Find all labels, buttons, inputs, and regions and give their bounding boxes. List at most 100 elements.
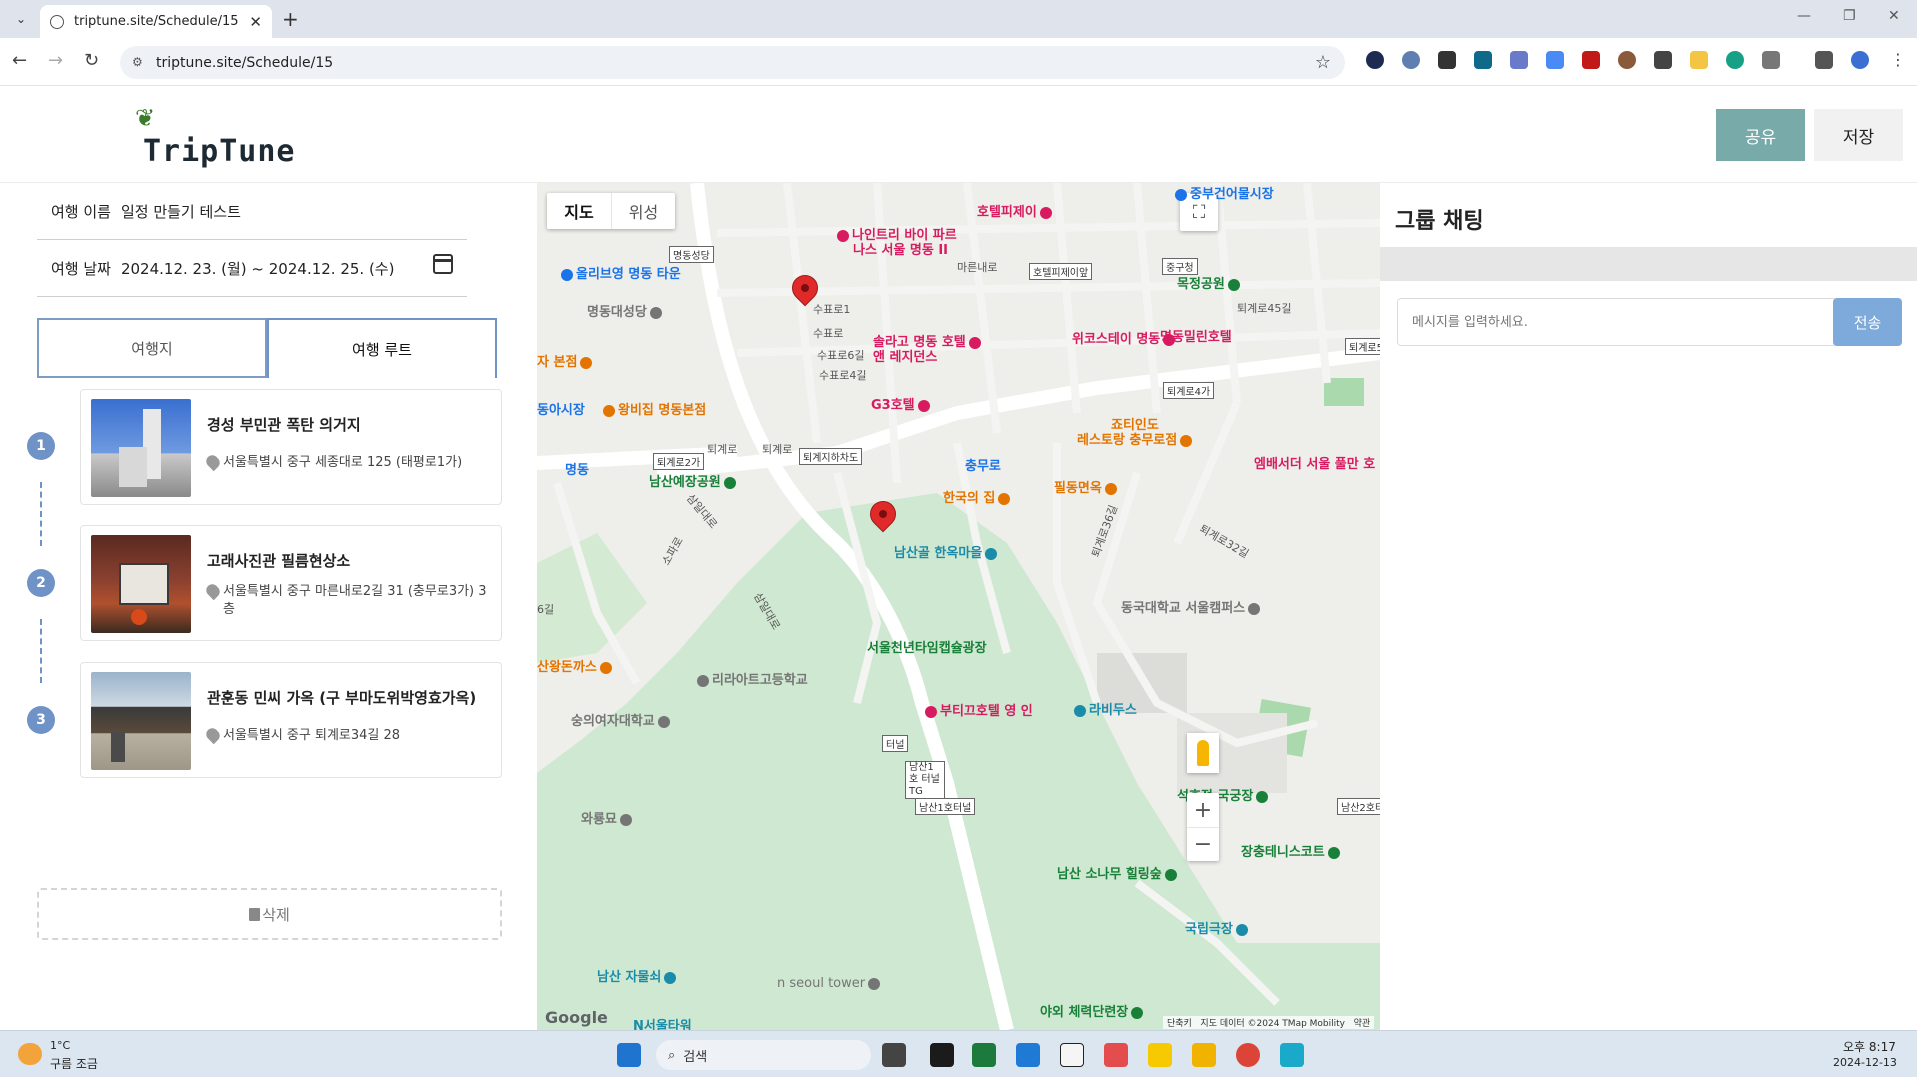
map-poi[interactable]: n seoul tower xyxy=(777,976,883,991)
map-poi[interactable]: 중부건어물시장 xyxy=(1175,183,1274,202)
route-card[interactable]: 관훈동 민씨 가옥 (구 부마도위박영효가옥) 서울특별시 중구 퇴계로34길 … xyxy=(80,662,502,778)
reload-icon[interactable]: ↻ xyxy=(84,50,99,71)
extension-icon[interactable] xyxy=(1366,51,1384,69)
map-poi[interactable]: 서울천년타임캡슐광장 xyxy=(867,637,987,656)
route-card[interactable]: 경성 부민관 폭탄 의거지 서울특별시 중구 세종대로 125 (태평로1가) xyxy=(80,389,502,505)
map-poi[interactable]: 라비두스 xyxy=(1074,699,1137,718)
site-settings-icon[interactable]: ⚙ xyxy=(132,55,143,69)
extension-icon[interactable] xyxy=(1438,51,1456,69)
share-button[interactable]: 공유 xyxy=(1716,109,1805,161)
zoom-out-button[interactable]: − xyxy=(1187,827,1219,861)
trip-name-field[interactable]: 여행 이름 일정 만들기 테스트 xyxy=(37,183,467,240)
map-poi[interactable]: 남산예장공원 xyxy=(649,471,739,490)
map-poi[interactable]: 목정공원 xyxy=(1177,273,1243,292)
download-icon[interactable] xyxy=(1815,51,1833,69)
map-poi[interactable]: 동아시장 xyxy=(537,399,585,418)
extension-icon[interactable] xyxy=(1654,51,1672,69)
map-poi[interactable]: 와룡묘 xyxy=(581,808,635,827)
minimize-icon[interactable]: — xyxy=(1797,8,1811,24)
map-poi[interactable]: 야외 체력단련장 xyxy=(1040,1001,1146,1020)
extension-icon[interactable] xyxy=(1582,51,1600,69)
map-poi[interactable]: 명동밀린호텔 xyxy=(1160,326,1232,345)
figma-icon[interactable] xyxy=(1104,1043,1128,1067)
pegman-icon[interactable] xyxy=(1187,733,1219,773)
pycharm-icon[interactable] xyxy=(972,1043,996,1067)
map-poi[interactable]: 동국대학교 서울캠퍼스 xyxy=(1121,597,1263,616)
map-poi[interactable]: 호텔피제이 xyxy=(977,201,1055,220)
map-poi[interactable]: 숭의여자대학교 xyxy=(571,710,673,729)
map-poi[interactable]: 남산 자물쇠 xyxy=(597,966,679,985)
map-poi[interactable]: N서울타워 xyxy=(633,1015,692,1030)
map-poi[interactable]: 명동 xyxy=(565,459,589,478)
file-explorer-icon[interactable] xyxy=(1192,1043,1216,1067)
logo[interactable]: ❦ TripTune xyxy=(133,104,313,169)
extension-icon[interactable] xyxy=(1510,51,1528,69)
close-tab-icon[interactable]: ✕ xyxy=(249,13,262,31)
map-poi[interactable]: 죠티인도 레스토랑 충무로점 xyxy=(1077,418,1195,448)
clock-date[interactable]: 2024-12-13 xyxy=(1833,1056,1897,1069)
map-poi[interactable]: 국립극장 xyxy=(1185,918,1251,937)
map-attribution[interactable]: 단축키 지도 데이터 ©2024 TMap Mobility 약관 xyxy=(1163,1016,1375,1029)
notion-icon[interactable] xyxy=(1060,1043,1084,1067)
extension-icon[interactable] xyxy=(1402,51,1420,69)
send-button[interactable]: 전송 xyxy=(1833,298,1902,346)
forward-icon[interactable]: → xyxy=(48,50,63,71)
map-poi[interactable]: 엠배서더 서울 풀만 호 xyxy=(1254,453,1375,472)
calendar-icon[interactable] xyxy=(433,254,453,274)
windows-start-icon[interactable] xyxy=(617,1043,641,1067)
map-poi[interactable]: 충무로 xyxy=(965,455,1001,474)
map-poi[interactable]: 올리브영 명동 타운 xyxy=(561,263,681,282)
map-poi[interactable]: 남산 소나무 힐링숲 xyxy=(1057,863,1180,882)
address-bar[interactable]: ⚙ triptune.site/Schedule/15 ☆ xyxy=(120,46,1345,79)
task-view-icon[interactable] xyxy=(882,1043,906,1067)
zoom-in-button[interactable]: + xyxy=(1187,793,1219,827)
webstorm-icon[interactable] xyxy=(930,1043,954,1067)
map-poi[interactable]: G3호텔 xyxy=(871,394,933,413)
map-poi[interactable]: 자 본점 xyxy=(537,351,595,370)
puzzle-icon[interactable] xyxy=(1762,51,1780,69)
map[interactable]: 지도 위성 ⛶ 중부건어물시장 호텔피제이 나인트리 바이 파르 나스 서울 명동… xyxy=(537,183,1380,1030)
app-icon[interactable] xyxy=(1280,1043,1304,1067)
route-card[interactable]: 고래사진관 필름현상소 서울특별시 중구 마른내로2길 31 (충무로3가) 3… xyxy=(80,525,502,641)
map-poi[interactable]: 나인트리 바이 파르 나스 서울 명동 II xyxy=(837,228,957,258)
map-poi[interactable]: 장충테니스코트 xyxy=(1241,841,1343,860)
map-type-satellite-button[interactable]: 위성 xyxy=(611,193,675,229)
clock-time[interactable]: 오후 8:17 xyxy=(1843,1038,1896,1055)
tab-route[interactable]: 여행 루트 xyxy=(267,318,497,378)
map-poi[interactable]: 한국의 집 xyxy=(943,487,1013,506)
kebab-menu-icon[interactable]: ⋮ xyxy=(1890,50,1906,69)
map-poi[interactable]: 솔라고 명동 호텔 앤 레지던스 xyxy=(873,335,984,365)
extension-icon[interactable] xyxy=(1726,51,1744,69)
chrome-icon[interactable] xyxy=(1236,1043,1260,1067)
taskbar-search[interactable]: ⌕ 검색 xyxy=(656,1040,871,1070)
chat-messages-area xyxy=(1380,247,1917,281)
back-icon[interactable]: ← xyxy=(12,50,27,71)
profile-avatar-icon[interactable] xyxy=(1851,51,1869,69)
map-poi[interactable]: 명동대성당 xyxy=(587,301,665,320)
tab-search-chevron-icon[interactable]: ⌄ xyxy=(10,8,32,30)
tab-places[interactable]: 여행지 xyxy=(37,318,267,378)
vscode-icon[interactable] xyxy=(1016,1043,1040,1067)
map-poi[interactable]: 부티끄호텔 영 인 xyxy=(925,700,1033,719)
sticky-notes-icon[interactable] xyxy=(1148,1043,1172,1067)
bookmark-star-icon[interactable]: ☆ xyxy=(1315,52,1331,73)
map-poi[interactable]: 왕비집 명동본점 xyxy=(603,399,706,418)
restore-icon[interactable]: ❐ xyxy=(1843,8,1856,24)
trip-date-field[interactable]: 여행 날짜 2024.12. 23. (월) ~ 2024.12. 25. (수… xyxy=(37,240,467,297)
close-window-icon[interactable]: ✕ xyxy=(1888,8,1900,24)
extension-icon[interactable] xyxy=(1690,51,1708,69)
new-tab-icon[interactable]: + xyxy=(282,7,299,31)
extension-icon[interactable] xyxy=(1546,51,1564,69)
weather-cloud-icon[interactable] xyxy=(18,1043,42,1065)
chat-message-input[interactable] xyxy=(1397,298,1837,346)
extension-icon[interactable] xyxy=(1618,51,1636,69)
map-poi[interactable]: 리라아트고등학교 xyxy=(697,669,808,688)
map-type-map-button[interactable]: 지도 xyxy=(547,193,611,229)
map-poi[interactable]: 산왕돈까스 xyxy=(537,656,615,675)
save-button[interactable]: 저장 xyxy=(1814,109,1903,161)
map-poi[interactable]: 남산골 한옥마을 xyxy=(894,542,1000,561)
extension-icon[interactable] xyxy=(1474,51,1492,69)
browser-tab[interactable]: triptune.site/Schedule/15 ✕ xyxy=(40,5,272,38)
map-poi[interactable]: 필동면옥 xyxy=(1054,477,1120,496)
delete-button[interactable]: 삭제 xyxy=(37,888,502,940)
